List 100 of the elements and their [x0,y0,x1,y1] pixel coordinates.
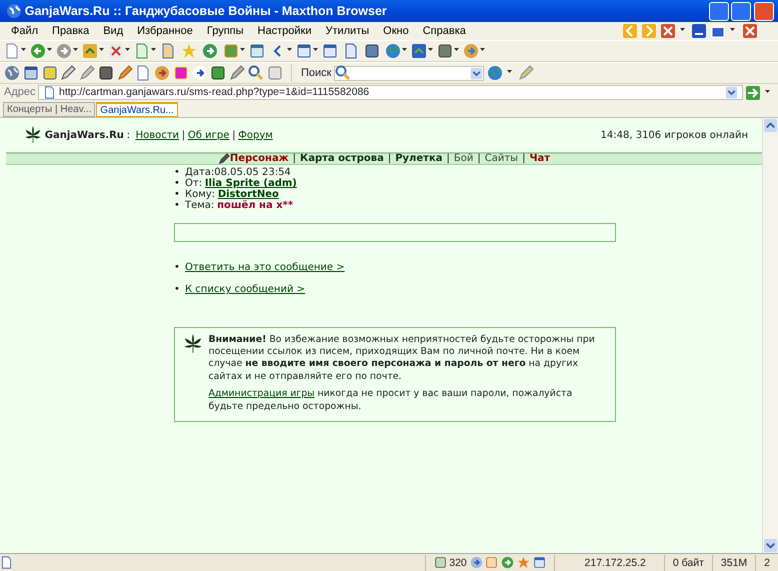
separator-text: | [522,153,526,165]
browser-tab[interactable]: Концерты | Heav... [3,102,96,117]
scroll-up-icon[interactable] [763,118,778,133]
dropdown-caret-icon[interactable] [47,48,52,52]
paint-icon[interactable] [116,65,132,81]
notes-icon[interactable] [343,43,359,59]
separator-text: | [446,153,450,165]
separator-text: | [388,153,392,165]
bullet-text: • [174,167,181,178]
field-label: Кому: [185,189,216,200]
dropdown-caret-icon[interactable] [240,48,245,52]
favorites-star-icon[interactable] [181,43,197,59]
close-button[interactable] [754,2,774,20]
dropdown-caret-icon[interactable] [680,28,684,32]
page-status-icon [0,556,13,569]
pen-icon[interactable] [229,65,245,81]
document-icon[interactable] [135,65,152,81]
restore-tab-icon[interactable] [710,23,726,39]
top-link[interactable]: Форум [238,128,273,142]
zoom-icon[interactable] [248,65,264,81]
maximize-button[interactable] [731,2,752,20]
dropdown-caret-icon[interactable] [73,48,78,52]
site-name: GanjaWars.Ru [44,128,124,142]
dropdown-caret-icon[interactable] [506,70,512,74]
menu-item[interactable]: Настройки [250,22,318,40]
sidebar-icon[interactable] [322,43,338,59]
menu-item[interactable]: Файл [4,22,46,40]
leaf-icon [24,126,42,144]
dropdown-caret-icon[interactable] [313,48,318,52]
field-label: От: [185,178,202,189]
refresh-status-icon[interactable] [501,556,514,569]
field-value: 08.05.05 23:54 [214,167,291,178]
nav-link[interactable]: Рулетка [395,153,442,165]
menu-item[interactable]: Справка [416,22,473,40]
separator-text: | [182,128,186,142]
bullet-text: • [174,261,181,275]
columns-icon[interactable] [296,43,312,59]
minimize-tab-icon[interactable] [691,23,708,39]
traffic-text: 0 байт [664,554,712,570]
address-label: Адрес [4,85,36,100]
dropdown-caret-icon[interactable] [151,48,156,52]
browser-tab[interactable]: GanjaWars.Ru... [96,102,178,117]
menu-item[interactable]: Окно [376,22,416,40]
menu-item[interactable]: Вид [96,22,130,40]
stop-icon[interactable] [108,43,124,59]
separator-text: | [292,153,296,165]
close-tab-icon[interactable] [660,23,676,39]
dropdown-caret-icon[interactable] [21,48,26,52]
user-link[interactable]: DistortNeo [218,189,279,200]
window-count: 2 [755,554,778,570]
highlight-icon[interactable] [518,65,534,81]
warning-text: Внимание! Во избежание возможных неприятностей будьте осторожны при посещении ссылок из писем, приходящих Вам по личной почте. Ни в коем случае не вводите имя своего персонажа и пароль от него на других сайтах и не отправляйте его по почте. [208,334,596,383]
search-field[interactable] [334,66,484,80]
bullet-text: • [174,283,181,297]
dropdown-caret-icon[interactable] [454,48,459,52]
window-title: GanjaWars.Ru :: Ганджубасовые Войны - Maxthon Browser [24,2,388,20]
menu-item[interactable]: Правка [45,22,96,40]
nav-link[interactable]: Карта острова [300,153,384,165]
search-icon [335,65,352,81]
search-label: Поиск [301,66,332,81]
separator-text: | [477,153,481,165]
scroll-down-icon[interactable] [763,538,778,553]
close-all-icon[interactable] [742,23,758,39]
address-field[interactable]: http://cartman.ganjawars.ru/sms-read.php?type=1&id=1115582086 [38,85,742,100]
minimize-button[interactable] [708,2,728,20]
dropdown-caret-icon[interactable] [287,48,292,52]
address-dropdown-icon[interactable] [724,86,738,99]
warning-text: Администрация игры никогда не просит у вас ваши пароли, пожалуйста будьте предельно осторожны. [208,388,574,413]
dropdown-caret-icon[interactable] [730,28,735,32]
nav-link[interactable]: Бой [454,153,474,165]
menu-item[interactable]: Избранное [130,22,200,40]
dropdown-caret-icon[interactable] [480,48,485,52]
window-icon[interactable] [532,556,546,569]
search-dropdown-icon[interactable] [470,66,484,80]
action-link[interactable]: Ответить на это сообщение > [185,260,345,275]
field-label: Дата: [185,167,214,178]
edit-page-icon[interactable] [60,65,76,81]
menu-item[interactable]: Группы [200,22,251,40]
menu-item[interactable]: Утилиты [318,22,376,40]
colon-text: : [126,128,130,142]
bullet-text: • [174,189,181,200]
scrollbar[interactable] [762,118,778,553]
top-link[interactable]: Новости [136,128,180,142]
nav-link[interactable]: Персонаж [230,153,289,165]
dropdown-caret-icon[interactable] [125,48,130,52]
search-engine-icon[interactable] [486,65,503,81]
nav-link[interactable]: Сайты [484,153,518,165]
separator-text: | [232,128,236,142]
dropdown-caret-icon[interactable] [765,90,770,93]
action-link[interactable]: К списку сообщений > [185,282,306,297]
admin-link[interactable]: Администрация игры [208,388,315,400]
dropdown-caret-icon[interactable] [402,48,407,52]
ip-address: 217.172.25.2 [554,554,664,570]
dropdown-caret-icon[interactable] [99,48,104,52]
memory-text: 351M [712,554,756,570]
top-link[interactable]: Об игре [188,128,230,142]
user-link[interactable]: Ilia Sprite (adm) [204,178,297,189]
globe-icon[interactable] [385,43,401,59]
nav-link[interactable]: Чат [529,153,550,165]
dropdown-caret-icon[interactable] [428,48,433,52]
